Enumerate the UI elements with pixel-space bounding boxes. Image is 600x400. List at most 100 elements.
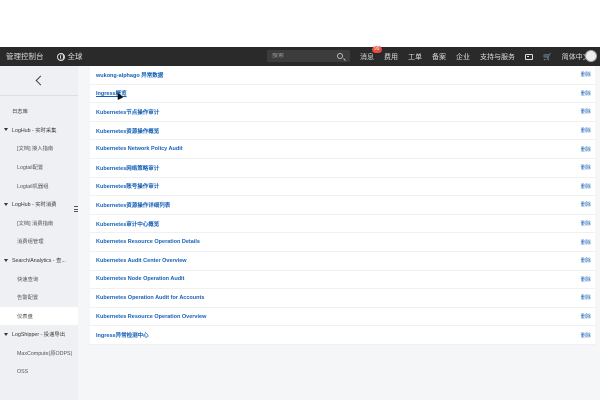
dashboard-link[interactable]: Kubernetes资源操作详细列表 — [96, 201, 170, 209]
sidebar-item[interactable]: 消费组管理 — [0, 232, 78, 251]
nav-item[interactable]: 工单 — [408, 52, 422, 62]
dashboard-link[interactable]: Kubernetes Resource Operation Overview — [96, 314, 206, 320]
sidebar-group[interactable]: LogShipper - 投递导出 — [0, 325, 78, 344]
delete-button[interactable]: 删除 — [581, 239, 591, 246]
dashboard-link[interactable]: Kubernetes Network Policy Audit — [96, 146, 183, 152]
sidebar-item[interactable]: 快速查询 — [0, 269, 78, 288]
nav-item-label: 支持与服务 — [480, 53, 515, 61]
top-navigation-bar: 管理控制台 全球 消息99费用工单备案企业支持与服务🛒简体中文 — [0, 45, 600, 66]
nav-item[interactable]: 企业 — [456, 52, 470, 62]
nav-item[interactable]: 消息 99 — [360, 45, 382, 62]
dashboard-link[interactable]: Kubernetes节点操作审计 — [96, 108, 159, 116]
delete-button[interactable]: 删除 — [581, 220, 591, 227]
top-white-area — [0, 0, 600, 47]
dashboard-link[interactable]: Kubernetes Node Operation Audit — [96, 276, 184, 282]
caret-down-icon — [4, 202, 8, 206]
list-item: Ingress异常检测中心 删除 — [90, 326, 595, 345]
sidebar-item-label: OSS — [17, 368, 29, 375]
sidebar-group[interactable]: Search/Analytics - 查... — [0, 251, 78, 270]
search-box[interactable] — [267, 50, 350, 62]
sidebar-item[interactable]: MaxCompute(原ODPS) — [0, 344, 78, 363]
list-item: Ingress概览 删除 — [90, 85, 595, 104]
dashboard-list: wukong-alphago 异常数据 删除 Ingress概览 删除 Kubernet… — [90, 66, 595, 345]
delete-button[interactable]: 删除 — [581, 313, 591, 320]
list-item: Kubernetes审计中心概览 删除 — [90, 215, 595, 234]
list-item: Kubernetes Resource Operation Overview 删除 — [90, 308, 595, 327]
delete-button[interactable]: 删除 — [581, 127, 591, 134]
sidebar-item-label: 消费组管理 — [17, 239, 44, 246]
sidebar-item-label: LogHub - 实时消费 — [12, 202, 57, 209]
sidebar-item[interactable]: [文档] 消费指南 — [0, 214, 78, 233]
sidebar-item-label: Logtail配置 — [17, 165, 44, 172]
sidebar-item-label: LogHub - 实时采集 — [12, 127, 57, 134]
sidebar-item-label: LogShipper - 投递导出 — [12, 332, 65, 339]
dashboard-link[interactable]: Kubernetes Operation Audit for Accounts — [96, 295, 204, 301]
list-item: Kubernetes资源操作详细列表 删除 — [90, 196, 595, 215]
top-nav-links: 消息 99 费用 工单 备案 企业 支持与服务 🛒 简体中文 — [360, 45, 600, 66]
dashboard-link[interactable]: Kubernetes Resource Operation Details — [96, 239, 200, 245]
cart-icon[interactable]: 🛒 — [543, 53, 552, 61]
sidebar-item-label: Logtail机器组 — [17, 183, 49, 190]
sidebar-collapse-button[interactable] — [0, 66, 78, 96]
caret-down-icon — [4, 258, 8, 262]
sidebar-item[interactable]: [文档] 接入指南 — [0, 139, 78, 158]
dashboard-link[interactable]: Ingress异常检测中心 — [96, 331, 149, 339]
delete-button[interactable]: 删除 — [581, 90, 591, 97]
globe-icon — [56, 52, 65, 61]
sidebar-item[interactable]: Logtail机器组 — [0, 176, 78, 195]
search-icon[interactable] — [337, 53, 343, 59]
list-item: wukong-alphago 异常数据 删除 — [90, 66, 595, 85]
sidebar-item-label: 日志库 — [12, 109, 28, 116]
sidebar-group[interactable]: LogHub - 实时采集 — [0, 121, 78, 140]
sidebar: 日志库 LogHub - 实时采集 [文档] 接入指南 Logtail配置 Logtai… — [0, 66, 78, 400]
nav-item-label: 工单 — [408, 53, 422, 61]
console-brand[interactable]: 管理控制台 — [6, 51, 44, 62]
delete-button[interactable]: 删除 — [581, 257, 591, 264]
delete-button[interactable]: 删除 — [581, 183, 591, 190]
dashboard-link[interactable]: Kubernetes审计中心概览 — [96, 220, 159, 228]
nav-item-label: 消息 — [360, 53, 374, 61]
nav-item[interactable]: 支持与服务 — [480, 52, 515, 62]
nav-item-label: 费用 — [384, 53, 398, 61]
region-label: 全球 — [67, 52, 83, 61]
search-input[interactable] — [267, 53, 333, 59]
delete-button[interactable]: 删除 — [581, 294, 591, 301]
dashboard-link[interactable]: wukong-alphago 异常数据 — [96, 71, 163, 79]
sidebar-item[interactable]: 仪表盘 — [0, 306, 78, 326]
sidebar-item-label: [文档] 接入指南 — [17, 146, 54, 153]
delete-button[interactable]: 删除 — [581, 164, 591, 171]
sidebar-group[interactable]: LogHub - 实时消费 — [0, 195, 78, 214]
terminal-icon[interactable] — [525, 53, 533, 60]
chevron-left-icon — [35, 75, 46, 86]
region-selector[interactable]: 全球 — [56, 51, 83, 62]
delete-button[interactable]: 删除 — [581, 146, 591, 153]
sidebar-item-label: Search/Analytics - 查... — [12, 258, 66, 265]
nav-item-label: 备案 — [432, 53, 446, 61]
sidebar-item[interactable]: Logtail配置 — [0, 158, 78, 177]
message-count-badge: 99 — [372, 45, 382, 53]
dashboard-link[interactable]: Kubernetes资源操作概览 — [96, 127, 159, 135]
sidebar-item[interactable]: OSS — [0, 362, 78, 381]
nav-item[interactable]: 备案 — [432, 52, 446, 62]
dashboard-link[interactable]: Kubernetes网络策略审计 — [96, 164, 159, 172]
delete-button[interactable]: 删除 — [581, 332, 591, 339]
nav-item[interactable]: 费用 — [384, 52, 398, 62]
delete-button[interactable]: 删除 — [581, 276, 591, 283]
delete-button[interactable]: 删除 — [581, 108, 591, 115]
list-item: Kubernetes Resource Operation Details 删除 — [90, 233, 595, 252]
delete-button[interactable]: 删除 — [581, 201, 591, 208]
list-item: Kubernetes节点操作审计 删除 — [90, 103, 595, 122]
dashboard-link[interactable]: Kubernetes账号操作审计 — [96, 182, 159, 190]
delete-button[interactable]: 删除 — [581, 71, 591, 78]
sidebar-menu: 日志库 LogHub - 实时采集 [文档] 接入指南 Logtail配置 Logtai… — [0, 102, 78, 381]
sidebar-item-label: 仪表盘 — [17, 313, 33, 320]
list-item: Kubernetes Audit Center Overview 删除 — [90, 252, 595, 271]
caret-down-icon — [4, 128, 8, 132]
sidebar-item[interactable]: 日志库 — [0, 102, 78, 121]
sidebar-item-label: MaxCompute(原ODPS) — [17, 351, 73, 358]
dashboard-link[interactable]: Kubernetes Audit Center Overview — [96, 258, 187, 264]
sidebar-item[interactable]: 告警配置 — [0, 288, 78, 307]
avatar[interactable] — [585, 50, 597, 62]
list-item: Kubernetes账号操作审计 删除 — [90, 178, 595, 197]
caret-down-icon — [4, 332, 8, 336]
